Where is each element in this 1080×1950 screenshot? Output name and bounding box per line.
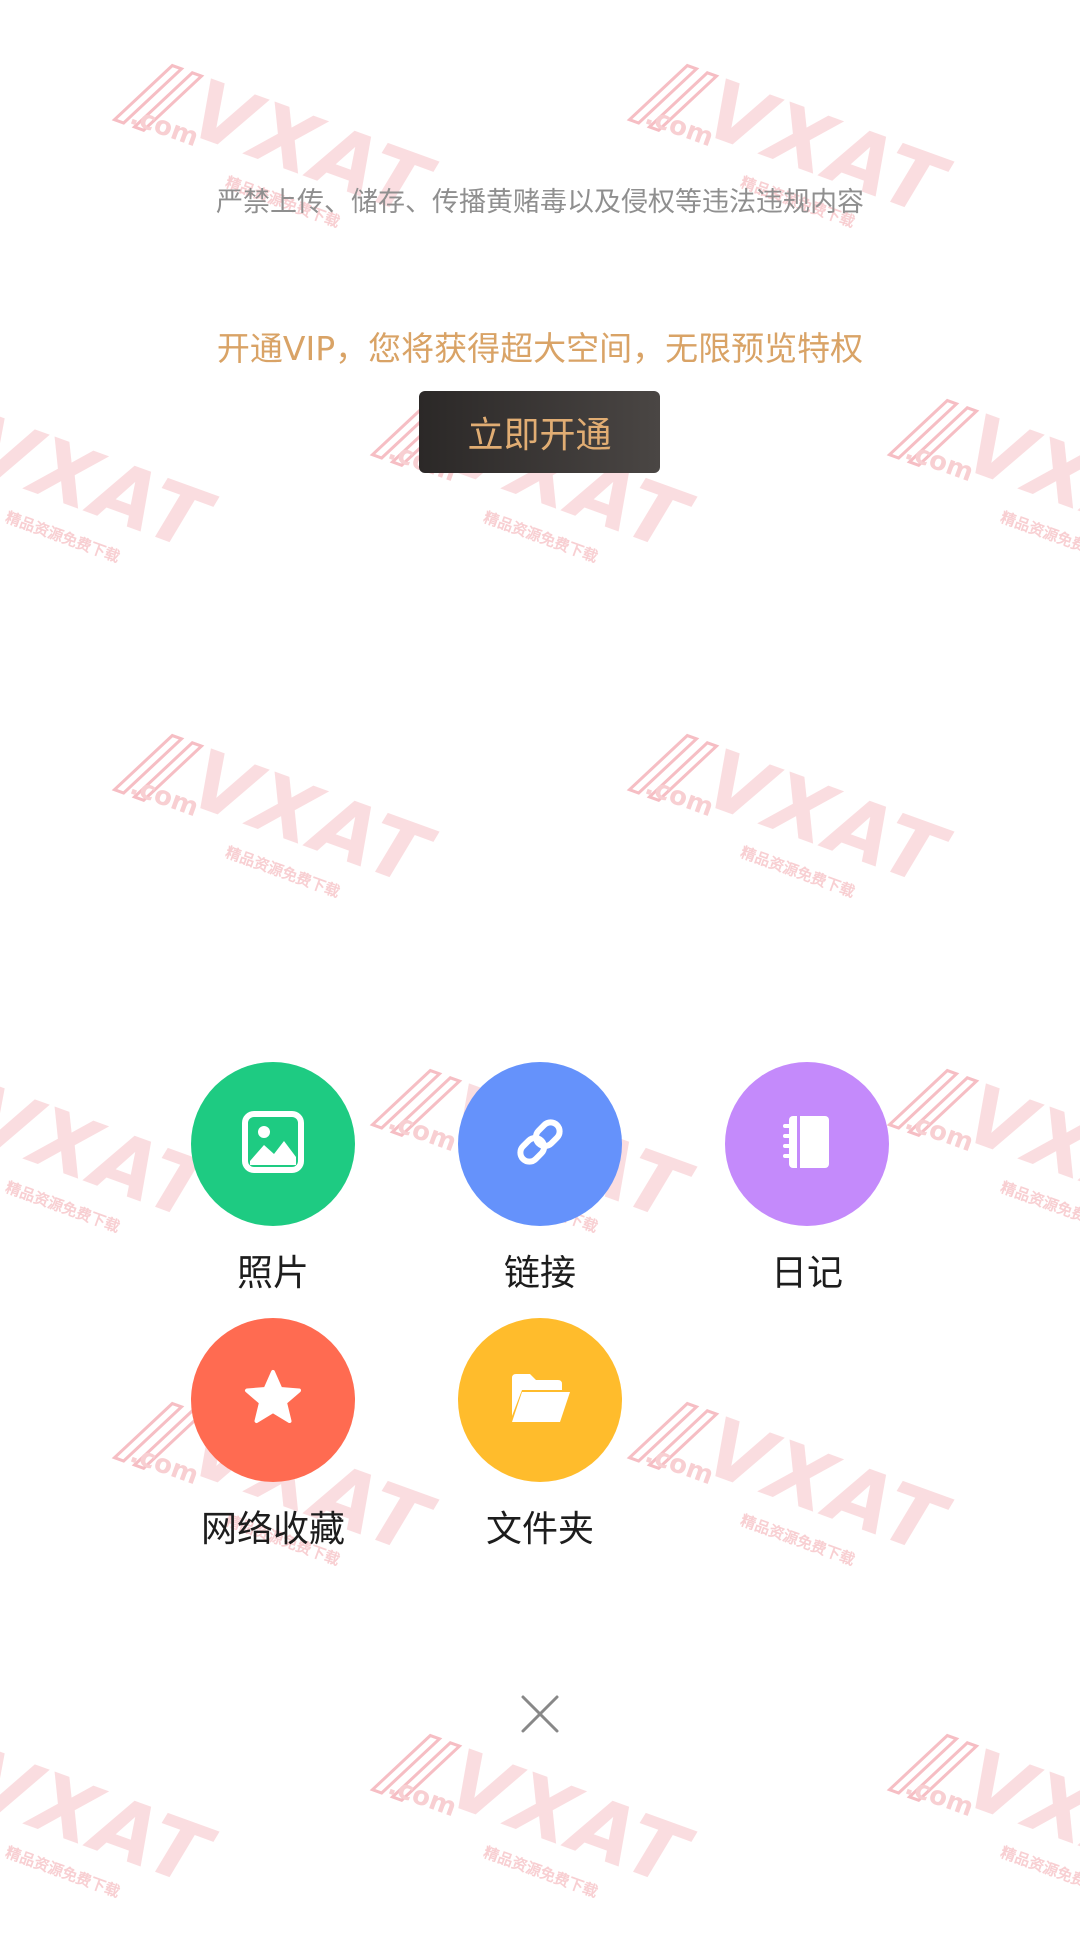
link-icon bbox=[510, 1112, 570, 1176]
watermark: //VXAT .com精品资源免费下载 bbox=[631, 709, 957, 906]
action-link[interactable]: 链接 bbox=[425, 1062, 655, 1296]
star-icon bbox=[242, 1368, 304, 1432]
close-icon bbox=[520, 1694, 560, 1738]
action-diary-label: 日记 bbox=[770, 1253, 843, 1294]
photo-button[interactable] bbox=[191, 1062, 355, 1226]
open-vip-button[interactable]: 立即开通 bbox=[419, 391, 660, 473]
action-link-label: 链接 bbox=[503, 1253, 576, 1294]
vip-promo-text: 开通VIP，您将获得超大空间，无限预览特权 bbox=[216, 329, 864, 368]
action-folder-label: 文件夹 bbox=[485, 1509, 594, 1550]
action-web-favorites-label: 网络收藏 bbox=[200, 1509, 345, 1550]
watermark: //VXAT .com精品资源免费下载 bbox=[116, 709, 442, 906]
diary-icon bbox=[779, 1112, 835, 1176]
watermark-layer: //VXAT .com 精品资源免费下载 //VXAT .com 精品资源免费下载 … bbox=[0, 0, 1080, 1905]
watermark: //VXAT .com精品资源免费下载 bbox=[631, 39, 957, 236]
action-folder[interactable]: 文件夹 bbox=[425, 1318, 655, 1552]
link-button[interactable] bbox=[458, 1062, 622, 1226]
close-button[interactable] bbox=[510, 1686, 570, 1746]
watermark: //VXAT .com精品资源免费下载 bbox=[891, 1709, 1080, 1906]
action-photo-label: 照片 bbox=[236, 1253, 309, 1294]
watermark: //VXAT .com精品资源免费下载 bbox=[631, 1377, 957, 1574]
content-policy-notice: 严禁上传、储存、传播黄赌毒以及侵权等违法违规内容 bbox=[216, 187, 864, 218]
watermark: //VXAT .com精品资源免费下载 bbox=[0, 1731, 222, 1906]
photo-icon bbox=[242, 1111, 304, 1177]
action-diary[interactable]: 日记 bbox=[692, 1062, 922, 1296]
action-photo[interactable]: 照片 bbox=[158, 1062, 388, 1296]
action-web-favorites[interactable]: 网络收藏 bbox=[158, 1318, 388, 1552]
web-favorites-button[interactable] bbox=[191, 1318, 355, 1482]
watermark: //VXAT .com精品资源免费下载 bbox=[891, 374, 1080, 571]
watermark: //VXAT .com精品资源免费下载 bbox=[0, 396, 222, 571]
folder-button[interactable] bbox=[458, 1318, 622, 1482]
diary-button[interactable] bbox=[725, 1062, 889, 1226]
folder-icon bbox=[508, 1370, 572, 1430]
watermark: //VXAT .com精品资源免费下载 bbox=[116, 39, 442, 236]
